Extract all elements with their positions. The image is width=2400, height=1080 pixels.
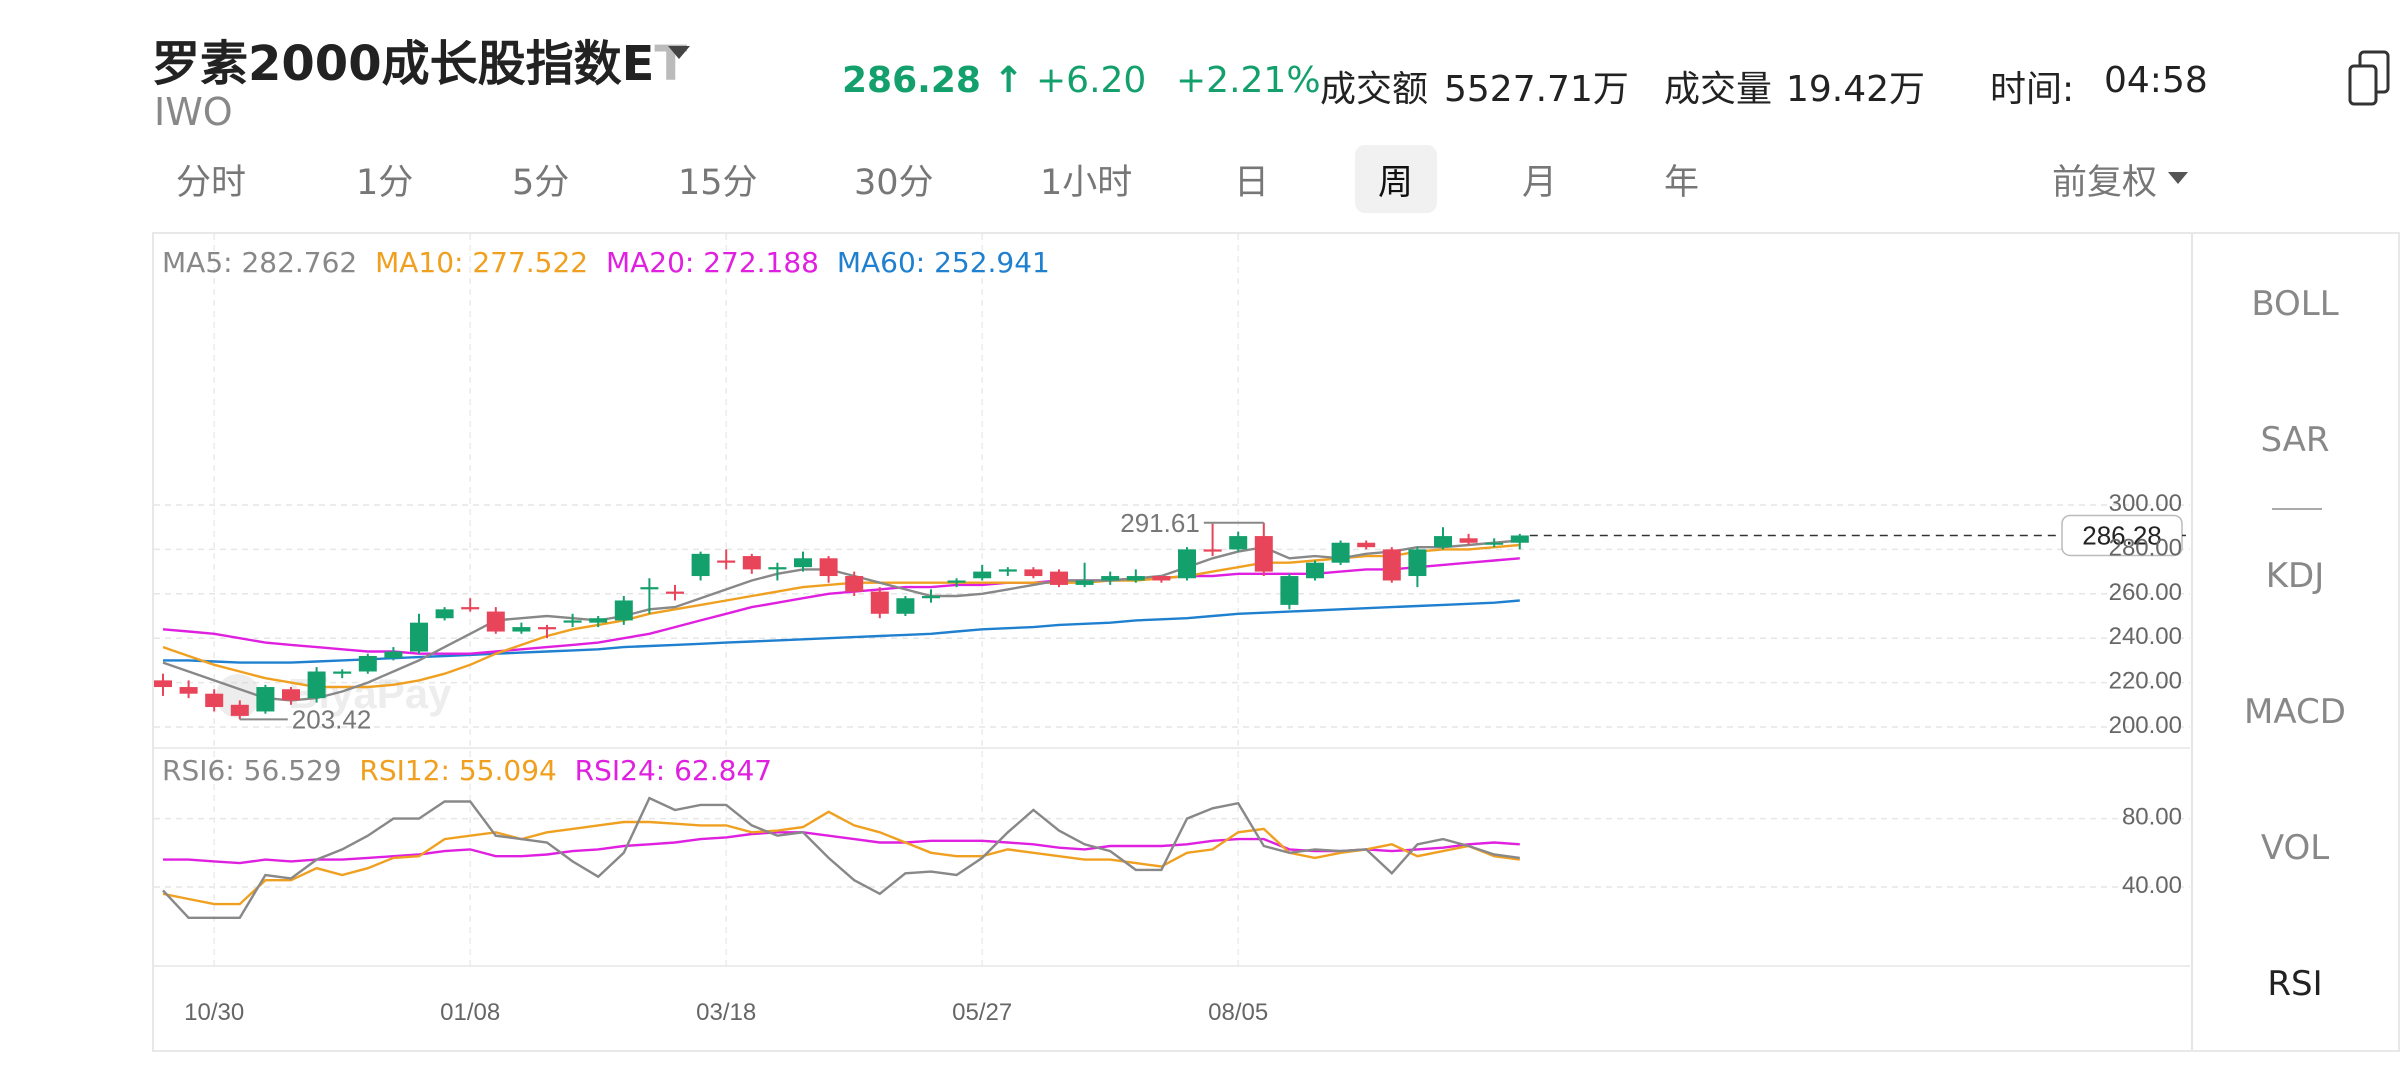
- chart-panel[interactable]: [152, 232, 2400, 1052]
- ticker-symbol: IWO: [154, 90, 233, 134]
- indicator-vol[interactable]: VOL: [2210, 828, 2380, 868]
- instrument-title[interactable]: 罗素2000成长股指数ET: [152, 24, 687, 94]
- indicator-rsi[interactable]: RSI: [2210, 964, 2380, 1004]
- tab-week[interactable]: 周: [1378, 154, 1413, 205]
- ma20-legend: MA20: 272.188: [605, 246, 819, 279]
- time-value: 04:58: [2104, 60, 2208, 101]
- divider: [2272, 508, 2322, 510]
- ma60-legend: MA60: 252.941: [836, 246, 1050, 279]
- ma-legend: MA5: 282.762 MA10: 277.522 MA20: 272.188…: [162, 246, 1050, 279]
- tab-1hour[interactable]: 1小时: [1040, 154, 1132, 205]
- rsi6-legend: RSI6: 56.529: [162, 754, 342, 787]
- price-change: +6.20: [1036, 60, 1147, 101]
- up-arrow-icon: ↑: [993, 60, 1024, 101]
- tab-month[interactable]: 月: [1522, 154, 1557, 205]
- tab-timeshare[interactable]: 分时: [176, 154, 246, 205]
- indicator-boll[interactable]: BOLL: [2210, 284, 2380, 324]
- indicator-kdj[interactable]: KDJ: [2210, 556, 2380, 596]
- tab-1min[interactable]: 1分: [356, 154, 413, 205]
- turnover-label: 成交额: [1320, 69, 1429, 110]
- chevron-down-icon[interactable]: [2168, 172, 2188, 184]
- indicator-macd[interactable]: MACD: [2210, 692, 2380, 732]
- rsi12-legend: RSI12: 55.094: [359, 754, 557, 787]
- tab-30min[interactable]: 30分: [854, 154, 934, 205]
- title-overflow-text: T: [654, 36, 688, 92]
- tab-15min[interactable]: 15分: [678, 154, 758, 205]
- volume-label: 成交量: [1664, 69, 1773, 110]
- chevron-down-icon[interactable]: [668, 46, 690, 59]
- rsi24-legend: RSI24: 62.847: [574, 754, 773, 787]
- tab-5min[interactable]: 5分: [512, 154, 569, 205]
- price-change-percent: +2.21%: [1176, 60, 1321, 101]
- tab-day[interactable]: 日: [1234, 154, 1269, 205]
- tab-year[interactable]: 年: [1664, 154, 1699, 205]
- ma10-legend: MA10: 277.522: [375, 246, 589, 279]
- time-label: 时间:: [1990, 69, 2075, 110]
- ma5-legend: MA5: 282.762: [162, 246, 358, 279]
- copy-icon[interactable]: [2348, 50, 2392, 108]
- last-price: 286.28 ↑: [842, 60, 1024, 101]
- indicator-sar[interactable]: SAR: [2210, 420, 2380, 460]
- rsi-legend: RSI6: 56.529 RSI12: 55.094 RSI24: 62.847: [162, 754, 772, 787]
- volume-value: 19.42万: [1786, 69, 1926, 110]
- price-adjust-dropdown[interactable]: 前复权: [2052, 154, 2157, 205]
- title-text: 罗素2000成长股指数E: [152, 36, 655, 92]
- turnover-value: 5527.71万: [1444, 69, 1629, 110]
